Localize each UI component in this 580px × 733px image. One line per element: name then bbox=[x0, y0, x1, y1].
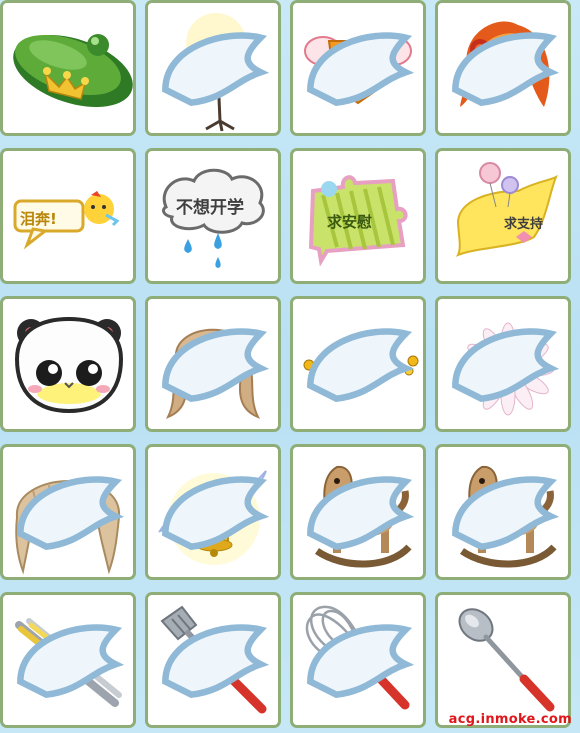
wing-icon bbox=[452, 32, 560, 107]
wing-icon bbox=[307, 624, 415, 699]
item-cell-rocking-horse-blue[interactable] bbox=[435, 444, 571, 580]
item-cell-comfort-bubble[interactable]: 求安慰 bbox=[290, 148, 426, 284]
wing-icon bbox=[162, 328, 270, 403]
item-cell-spatula[interactable] bbox=[145, 592, 281, 728]
item-cell-gold-earrings[interactable] bbox=[290, 296, 426, 432]
wing-icon bbox=[17, 624, 125, 699]
item-cell-green-beret[interactable] bbox=[0, 0, 136, 136]
item-cell-no-school-bubble[interactable]: 不想开学 bbox=[145, 148, 281, 284]
wing-icon bbox=[307, 32, 415, 107]
wing-icon bbox=[452, 476, 560, 551]
item-cell-rocking-horse-pink[interactable] bbox=[290, 444, 426, 580]
item-cell-tears-bubble[interactable]: 泪奔! bbox=[0, 148, 136, 284]
item-cell-short-hair[interactable] bbox=[0, 444, 136, 580]
bubble-label: 不想开学 bbox=[176, 198, 244, 218]
watermark-text: acg.inmoke.com bbox=[448, 712, 572, 727]
item-cell-ladle[interactable] bbox=[435, 592, 571, 728]
item-cell-angel-bell[interactable] bbox=[145, 444, 281, 580]
item-cell-music-stand[interactable] bbox=[145, 0, 281, 136]
item-cell-orange-red-hair[interactable] bbox=[435, 0, 571, 136]
green-beret-icon bbox=[13, 34, 133, 107]
item-cell-whisk[interactable] bbox=[290, 592, 426, 728]
item-cell-pigtail-hair[interactable] bbox=[145, 296, 281, 432]
wing-icon bbox=[307, 328, 415, 403]
wing-icon bbox=[162, 32, 270, 107]
item-cell-daisy[interactable] bbox=[435, 296, 571, 432]
bubble-label: 求支持 bbox=[504, 217, 544, 232]
lollipop-bubble-icon bbox=[455, 162, 558, 257]
panda-face-icon bbox=[14, 316, 124, 414]
bubble-label: 求安慰 bbox=[327, 213, 373, 231]
wing-icon bbox=[162, 624, 270, 699]
wing-icon bbox=[452, 328, 560, 403]
wing-icon bbox=[162, 476, 270, 551]
item-cell-tongs[interactable] bbox=[0, 592, 136, 728]
bubble-label: 泪奔! bbox=[20, 210, 57, 228]
item-grid: 泪奔! 不想开学 求安慰 求支持 bbox=[0, 0, 580, 733]
wing-icon bbox=[307, 476, 415, 551]
ladle-icon bbox=[458, 608, 555, 712]
item-cell-orange-corset[interactable] bbox=[290, 0, 426, 136]
item-cell-panda-face[interactable] bbox=[0, 296, 136, 432]
item-cell-support-bubble[interactable]: 求支持 bbox=[435, 148, 571, 284]
wing-icon bbox=[17, 476, 125, 551]
